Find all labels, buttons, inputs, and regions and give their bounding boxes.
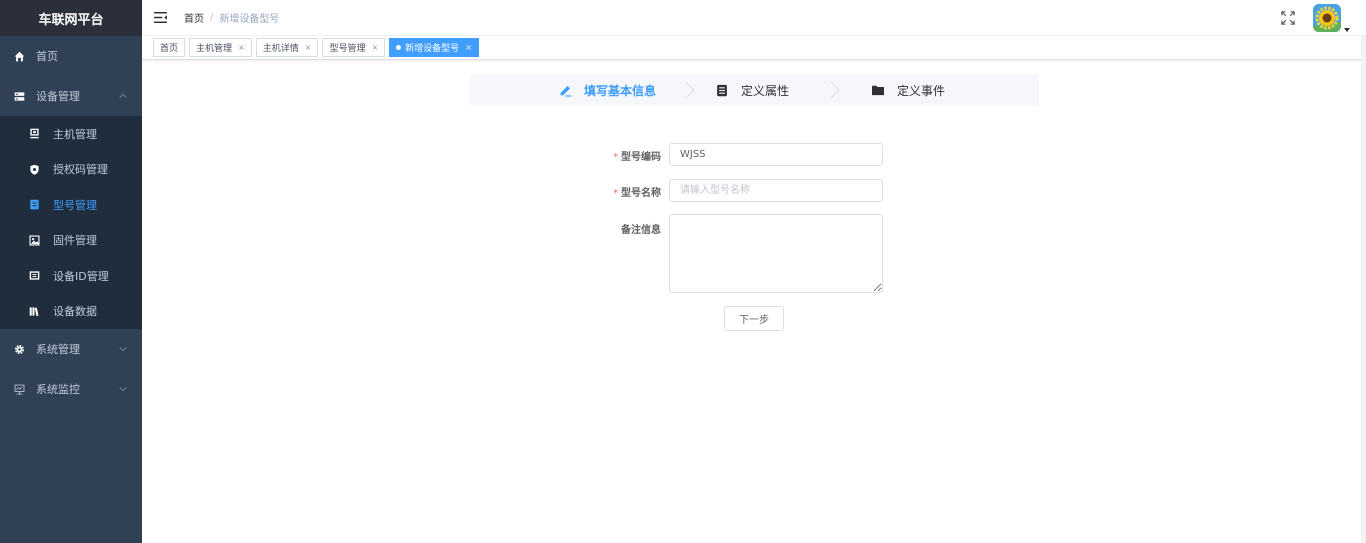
image-icon bbox=[27, 233, 41, 247]
edit-icon bbox=[558, 83, 572, 97]
breadcrumb-home[interactable]: 首页 bbox=[184, 10, 204, 25]
monitor-chart-icon bbox=[12, 382, 26, 396]
document-icon bbox=[715, 83, 729, 97]
main-area: 首页 / 新增设备型号 首页 主机管理 × 主机详情 × 型号管理 × 新增设备… bbox=[142, 0, 1366, 543]
sidebar-item-host-management[interactable]: 主机管理 bbox=[0, 116, 142, 152]
tag-label: 首页 bbox=[160, 44, 179, 54]
tag-new-device-model[interactable]: 新增设备型号 × bbox=[389, 38, 479, 57]
tag-host-detail[interactable]: 主机详情 × bbox=[255, 38, 319, 57]
model-code-label: * 型号编码 bbox=[551, 148, 661, 163]
sidebar-item-label: 设备数据 bbox=[53, 305, 97, 319]
sidebar-item-system-management[interactable]: 系统管理 bbox=[0, 329, 142, 369]
shield-icon bbox=[27, 162, 41, 176]
tag-host-management[interactable]: 主机管理 × bbox=[189, 38, 252, 57]
sidebar-item-device-id-management[interactable]: 设备ID管理 bbox=[0, 258, 142, 294]
books-icon bbox=[27, 304, 41, 318]
device-management-submenu: 主机管理 授权码管理 型号管理 固件管理 设备ID管理 设备数据 bbox=[0, 116, 142, 329]
remark-textarea[interactable] bbox=[669, 214, 883, 293]
scrollbar-track[interactable] bbox=[1361, 36, 1366, 543]
sidebar-item-firmware-management[interactable]: 固件管理 bbox=[0, 223, 142, 259]
tag-label: 新增设备型号 bbox=[405, 44, 460, 54]
tag-label: 型号管理 bbox=[329, 44, 366, 54]
tags-view: 首页 主机管理 × 主机详情 × 型号管理 × 新增设备型号 × bbox=[142, 36, 1366, 60]
monitor-icon bbox=[27, 127, 41, 141]
tag-model-management[interactable]: 型号管理 × bbox=[322, 38, 386, 57]
step-label: 填写基本信息 bbox=[584, 83, 657, 98]
chevron-down-icon bbox=[118, 344, 128, 354]
sidebar-item-label: 主机管理 bbox=[53, 127, 97, 141]
id-card-icon bbox=[27, 269, 41, 283]
close-icon[interactable]: × bbox=[238, 43, 245, 52]
tag-label: 主机管理 bbox=[196, 44, 233, 54]
step-define-events[interactable]: 定义事件 bbox=[871, 74, 945, 106]
avatar[interactable] bbox=[1313, 4, 1341, 32]
close-icon[interactable]: × bbox=[465, 43, 472, 52]
remark-label-text: 备注信息 bbox=[621, 225, 661, 236]
required-mark: * bbox=[613, 152, 618, 163]
required-mark: * bbox=[613, 188, 618, 199]
model-code-input[interactable] bbox=[669, 143, 883, 166]
sidebar-item-label: 固件管理 bbox=[53, 234, 97, 248]
sidebar-item-label: 型号管理 bbox=[53, 198, 97, 212]
sidebar-item-device-management[interactable]: 设备管理 bbox=[0, 76, 142, 116]
model-name-label: * 型号名称 bbox=[551, 184, 661, 199]
home-icon bbox=[12, 49, 26, 63]
next-step-button[interactable]: 下一步 bbox=[724, 306, 784, 331]
remark-label: 备注信息 bbox=[551, 221, 661, 236]
breadcrumb-current: 新增设备型号 bbox=[219, 14, 280, 25]
sidebar-item-label: 系统监控 bbox=[36, 383, 80, 396]
steps-bar: 填写基本信息 定义属性 定义事件 bbox=[470, 74, 1039, 106]
breadcrumb: 首页 / 新增设备型号 bbox=[184, 10, 279, 25]
sidebar-item-model-management[interactable]: 型号管理 bbox=[0, 187, 142, 223]
fullscreen-icon[interactable] bbox=[1280, 10, 1296, 26]
sidebar-item-label: 设备管理 bbox=[36, 90, 80, 103]
sidebar-item-device-data[interactable]: 设备数据 bbox=[0, 294, 142, 330]
hamburger-menu-icon[interactable] bbox=[154, 11, 168, 25]
tag-label: 主机详情 bbox=[262, 44, 299, 54]
chevron-up-icon bbox=[118, 91, 128, 101]
gear-icon bbox=[12, 342, 26, 356]
sidebar-item-label: 授权码管理 bbox=[53, 163, 108, 177]
chevron-right-icon bbox=[685, 81, 695, 99]
model-name-label-text: 型号名称 bbox=[621, 188, 661, 199]
sidebar-item-label: 首页 bbox=[36, 50, 58, 63]
sidebar: 车联网平台 首页 设备管理 主机管理 授权码管理 型号管理 固件管理 设备ID管… bbox=[0, 0, 142, 543]
step-define-properties[interactable]: 定义属性 bbox=[715, 74, 789, 106]
navbar: 首页 / 新增设备型号 bbox=[142, 0, 1366, 36]
chevron-down-icon bbox=[118, 384, 128, 394]
chevron-right-icon bbox=[830, 81, 840, 99]
step-basic-info[interactable]: 填写基本信息 bbox=[558, 74, 656, 106]
folder-icon bbox=[871, 83, 885, 97]
sidebar-item-home[interactable]: 首页 bbox=[0, 36, 142, 76]
server-icon bbox=[12, 89, 26, 103]
navbar-right bbox=[1280, 0, 1350, 36]
sidebar-item-auth-code-management[interactable]: 授权码管理 bbox=[0, 152, 142, 188]
step-label: 定义事件 bbox=[897, 83, 946, 98]
sidebar-item-label: 系统管理 bbox=[36, 343, 80, 356]
active-dot-icon bbox=[396, 45, 402, 50]
breadcrumb-separator: / bbox=[210, 12, 214, 23]
app-logo-title: 车联网平台 bbox=[0, 0, 142, 36]
tag-home[interactable]: 首页 bbox=[153, 38, 186, 57]
sidebar-item-label: 设备ID管理 bbox=[53, 269, 109, 283]
caret-down-icon[interactable] bbox=[1344, 22, 1350, 32]
model-code-label-text: 型号编码 bbox=[621, 152, 661, 163]
list-icon bbox=[27, 198, 41, 212]
step-label: 定义属性 bbox=[741, 83, 790, 98]
sidebar-item-system-monitor[interactable]: 系统监控 bbox=[0, 369, 142, 409]
close-icon[interactable]: × bbox=[371, 43, 378, 52]
model-name-input[interactable] bbox=[669, 179, 883, 202]
close-icon[interactable]: × bbox=[305, 43, 312, 52]
